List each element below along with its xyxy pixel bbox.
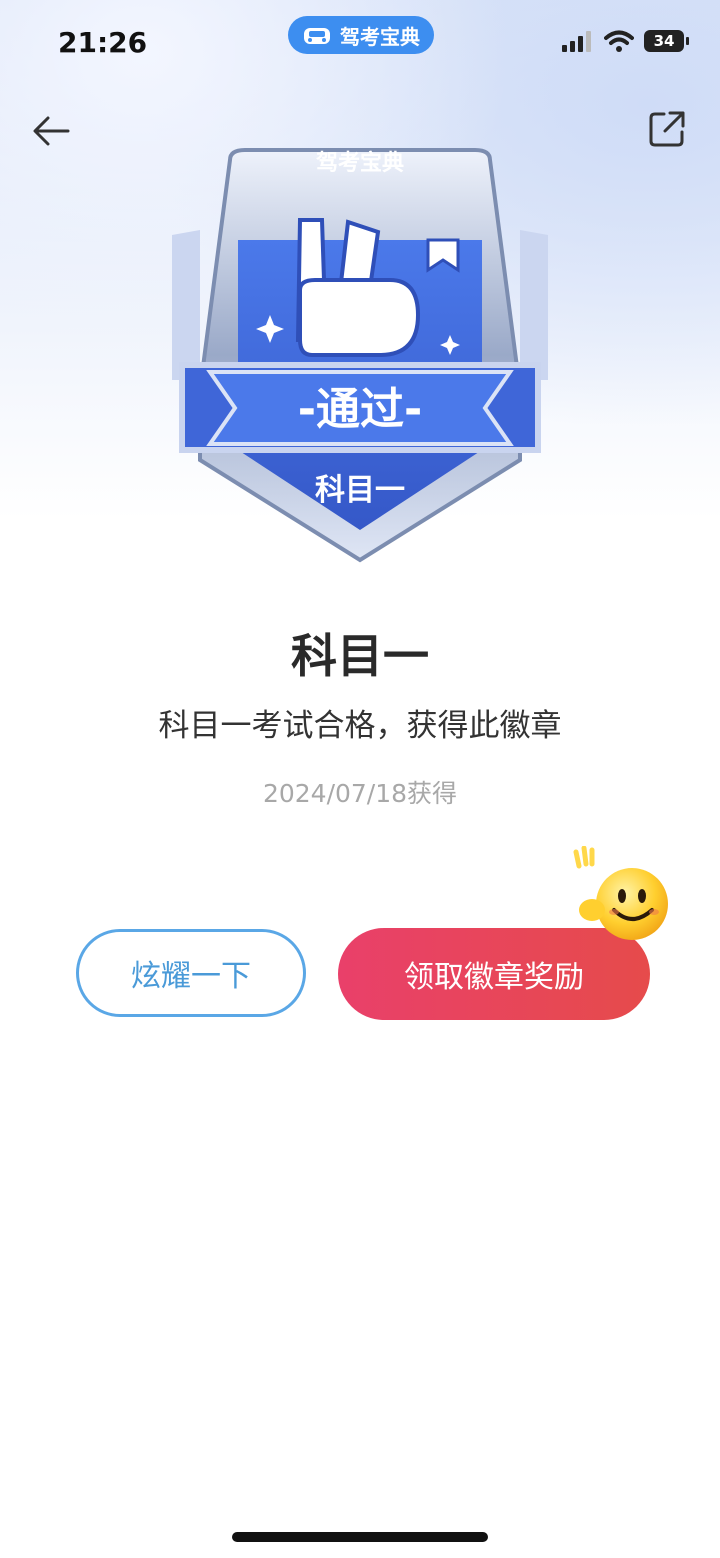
- status-icons: 34: [562, 30, 689, 52]
- signal-icon: [562, 31, 591, 52]
- smiley-emoji-icon: [573, 846, 668, 940]
- show-off-button[interactable]: 炫耀一下: [76, 929, 306, 1017]
- earned-date: 2024/07/18获得: [262, 779, 458, 808]
- back-arrow-icon[interactable]: [30, 110, 72, 152]
- app-indicator-pill[interactable]: 驾考宝典: [288, 16, 434, 54]
- car-icon: [304, 28, 330, 44]
- badge-illustration: 驾考宝典 -通过- 科目一: [172, 148, 548, 563]
- share-icon[interactable]: [648, 110, 686, 148]
- badge-ribbon-text: -通过-: [298, 384, 423, 435]
- app-indicator-label: 驾考宝典: [340, 24, 420, 49]
- status-time: 21:26: [58, 26, 148, 59]
- badge-description: 科目一考试合格，获得此徽章: [158, 708, 562, 744]
- home-indicator[interactable]: [232, 1532, 488, 1542]
- badge-subject: 科目一: [315, 473, 405, 508]
- badge-brand: 驾考宝典: [316, 150, 404, 176]
- wifi-icon: [604, 30, 634, 52]
- battery-icon: 34: [644, 30, 689, 52]
- page-title: 科目一: [291, 629, 429, 683]
